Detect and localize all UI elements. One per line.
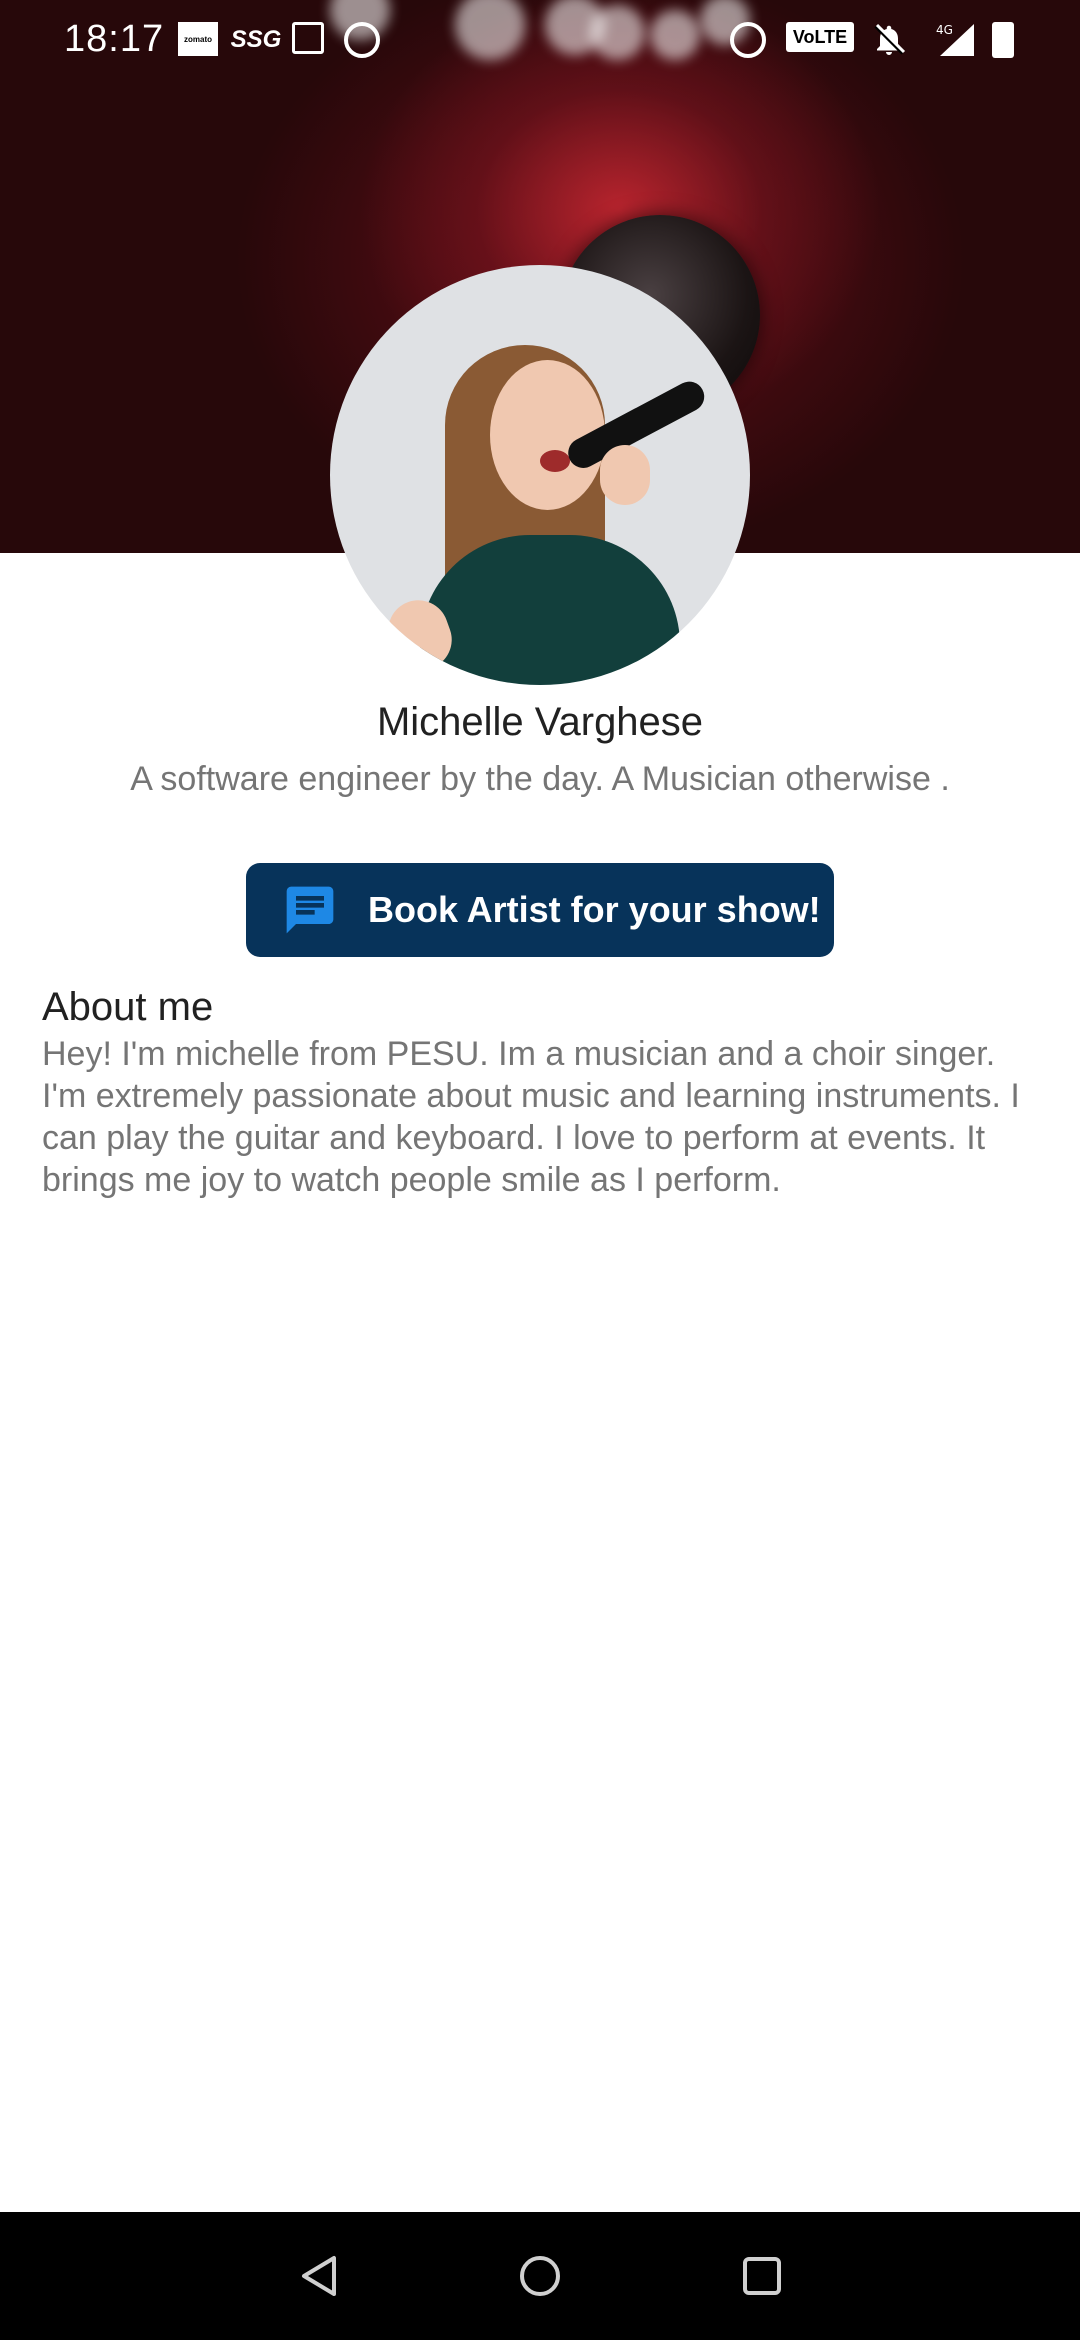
ssg-icon: SSG	[230, 26, 282, 53]
navigation-bar	[0, 2212, 1080, 2340]
gallery-icon	[292, 22, 324, 54]
chat-icon	[282, 882, 338, 938]
status-time: 18:17	[64, 18, 165, 60]
book-artist-button[interactable]: Book Artist for your show!	[246, 863, 834, 957]
signal-4g-icon: 4G	[930, 22, 976, 58]
battery-icon	[992, 22, 1014, 58]
about-text: Hey! I'm michelle from PESU. Im a musici…	[42, 1035, 1020, 1199]
app-screen: 18:17 zomato SSG VoLTE 4G Michelle Vargh…	[0, 0, 1080, 2340]
no-drive-icon	[344, 22, 380, 58]
artist-tagline: A software engineer by the day. A Musici…	[130, 760, 950, 798]
back-icon[interactable]	[298, 2254, 342, 2298]
alarm-icon	[730, 22, 766, 58]
about-heading: About me	[42, 985, 214, 1029]
book-artist-label: Book Artist for your show!	[368, 889, 821, 930]
profile-avatar	[330, 265, 750, 685]
artist-name: Michelle Varghese	[376, 700, 704, 744]
volte-icon: VoLTE	[786, 22, 854, 52]
zomato-icon: zomato	[178, 22, 218, 56]
home-icon[interactable]	[518, 2254, 562, 2298]
recents-icon[interactable]	[740, 2254, 784, 2298]
bell-off-icon	[870, 22, 908, 58]
status-bar: 18:17 zomato SSG VoLTE 4G	[0, 0, 1080, 80]
network-label: 4G	[936, 23, 953, 37]
